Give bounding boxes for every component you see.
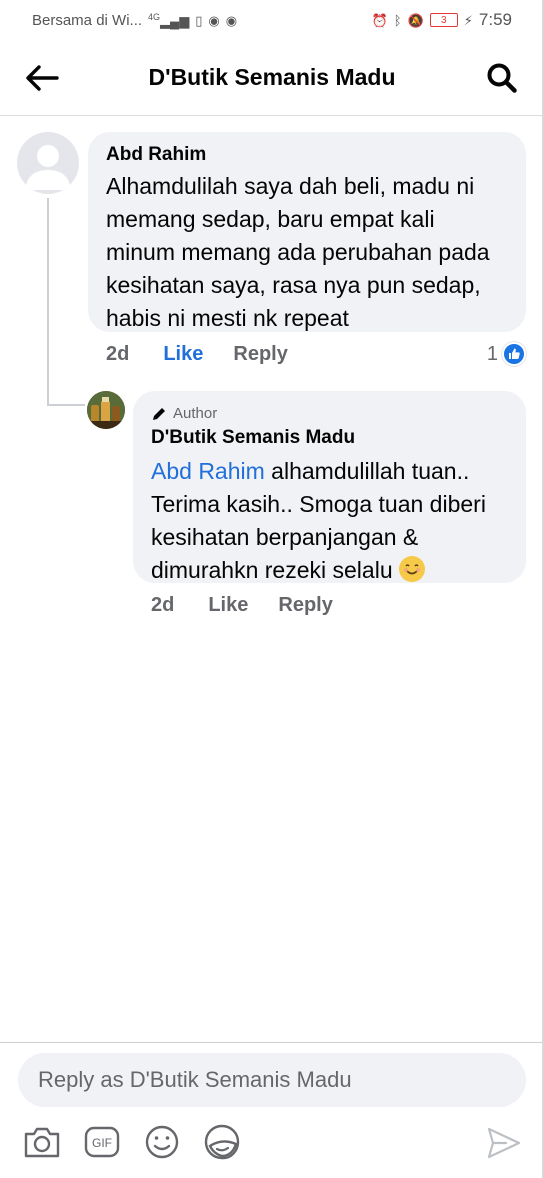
pencil-icon xyxy=(153,408,165,420)
smiling-face-emoji-icon xyxy=(399,556,426,582)
avatar[interactable] xyxy=(17,132,79,194)
camera-button[interactable] xyxy=(20,1120,64,1164)
reply-bubble[interactable]: Author D'Butik Semanis Madu Abd Rahim al… xyxy=(133,391,526,583)
comment-timestamp[interactable]: 2d xyxy=(106,343,129,366)
chrome-icon: ◉ xyxy=(208,12,220,28)
emoji-icon xyxy=(145,1125,179,1159)
gif-button[interactable]: GIF xyxy=(80,1120,124,1164)
reaction-summary[interactable]: 1 xyxy=(487,342,526,366)
search-icon xyxy=(487,63,517,93)
gif-icon: GIF xyxy=(84,1126,120,1158)
comment-actions: 2d Like Reply 1 xyxy=(106,342,526,366)
comment-text: Alhamdulilah saya dah beli, madu ni mema… xyxy=(106,173,490,331)
battery-icon: 3 xyxy=(429,13,458,27)
search-button[interactable] xyxy=(482,60,522,96)
author-badge: Author xyxy=(151,405,508,423)
reply-reply-button[interactable]: Reply xyxy=(278,594,332,617)
comment-bubble[interactable]: Abd Rahim Alhamdulilah saya dah beli, ma… xyxy=(88,132,526,332)
comment-author[interactable]: Abd Rahim xyxy=(106,144,508,166)
author-badge-label: Author xyxy=(173,405,218,422)
like-reaction-icon xyxy=(502,342,526,366)
sticker-button[interactable] xyxy=(200,1120,244,1164)
composer-toolbar: GIF xyxy=(20,1120,528,1164)
status-right: ⏰ ᛒ 🔕 3 ⚡ 7:59 xyxy=(372,10,512,30)
reply-like-button[interactable]: Like xyxy=(208,594,248,617)
back-button[interactable] xyxy=(22,60,62,96)
reply-actions: 2d Like Reply xyxy=(151,594,333,617)
camera-icon xyxy=(24,1127,60,1158)
mute-icon: 🔕 xyxy=(407,12,424,28)
reply-button[interactable]: Reply xyxy=(233,343,287,366)
thread-connector xyxy=(47,404,85,406)
arrow-left-icon xyxy=(26,65,59,91)
page-title: D'Butik Semanis Madu xyxy=(148,64,396,90)
carrier-label: Bersama di Wi... xyxy=(32,11,143,29)
alarm-icon: ⏰ xyxy=(371,12,388,28)
like-button[interactable]: Like xyxy=(163,343,203,366)
status-bar: Bersama di Wi... 4G▂▄▆ ▯ ◉ ◉ ⏰ ᛒ 🔕 3 ⚡ 7… xyxy=(0,0,544,40)
reply-author[interactable]: D'Butik Semanis Madu xyxy=(151,427,508,449)
composer-divider xyxy=(0,1042,544,1043)
honey-products-avatar-icon xyxy=(87,391,125,429)
send-icon xyxy=(487,1127,521,1159)
default-profile-icon xyxy=(25,145,71,190)
network-type-label: 4G xyxy=(148,11,161,22)
chrome-icon-2: ◉ xyxy=(225,12,238,28)
sticker-icon xyxy=(204,1124,240,1160)
reaction-count: 1 xyxy=(486,342,498,365)
thread-line xyxy=(47,198,49,406)
clock: 7:59 xyxy=(478,10,512,29)
app-header: D'Butik Semanis Madu xyxy=(0,40,544,116)
bluetooth-icon: ᛒ xyxy=(393,12,402,28)
reply-text: Abd Rahim alhamdulillah tuan.. Terima ka… xyxy=(151,455,508,587)
status-left: Bersama di Wi... 4G▂▄▆ ▯ ◉ ◉ xyxy=(32,12,237,29)
reply-timestamp[interactable]: 2d xyxy=(151,594,174,617)
svg-text:GIF: GIF xyxy=(92,1136,112,1150)
charging-icon: ⚡ xyxy=(463,12,473,28)
reply-input[interactable] xyxy=(18,1053,526,1107)
mention-link[interactable]: Abd Rahim xyxy=(151,458,265,484)
signal-icon: 4G▂▄▆ xyxy=(148,11,190,29)
page-avatar[interactable] xyxy=(87,391,125,429)
send-button[interactable] xyxy=(482,1121,526,1165)
phone-icon: ▯ xyxy=(195,12,203,28)
emoji-button[interactable] xyxy=(140,1120,184,1164)
